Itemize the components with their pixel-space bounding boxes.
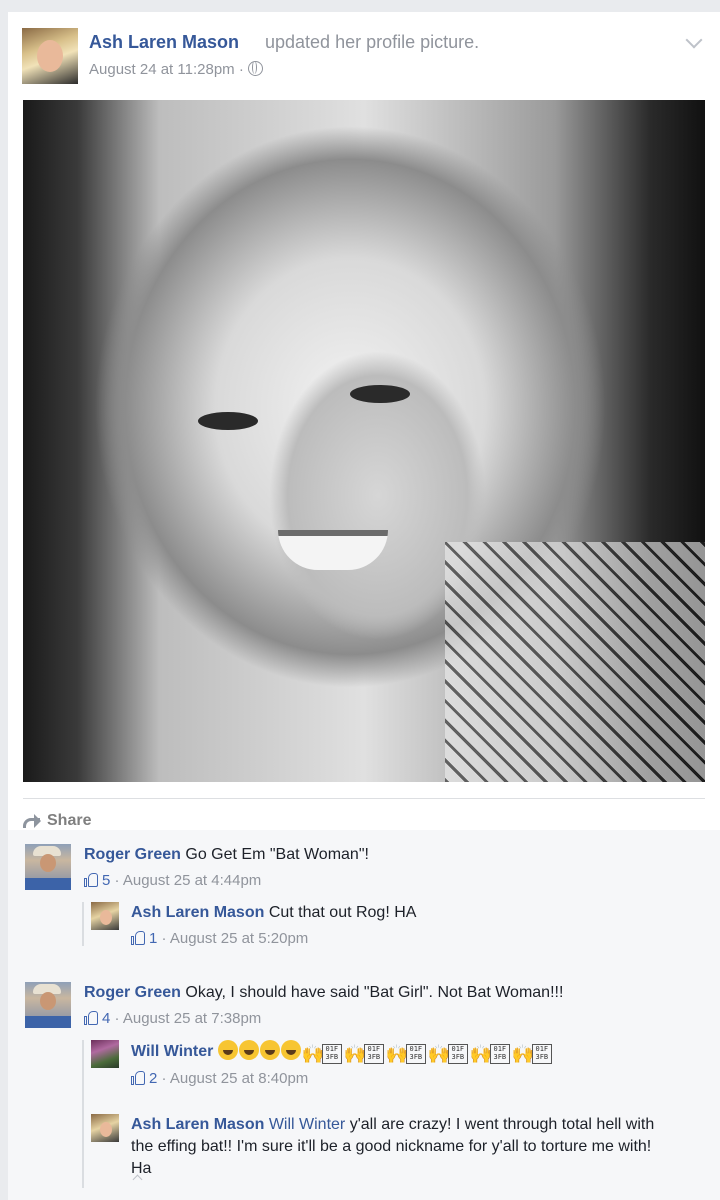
- emoji-tears-of-joy-icon: [259, 1040, 280, 1060]
- emoji-raised-hands-icon: 🙌: [343, 1044, 367, 1064]
- photo-eye-right: [350, 385, 410, 403]
- meta-separator: ·: [114, 872, 123, 889]
- profile-photo[interactable]: [23, 100, 705, 782]
- post-card: Ash Laren Mason updated her profile pict…: [8, 12, 720, 1200]
- emoji-tears-of-joy-icon: [238, 1040, 259, 1060]
- emoji-missing-glyph-icon: 01F 3FB: [531, 1044, 552, 1064]
- emoji-tears-of-joy-icon: [280, 1040, 301, 1060]
- emoji-missing-glyph-icon: 01F 3FB: [447, 1044, 468, 1064]
- commenter-avatar[interactable]: [91, 1040, 119, 1068]
- like-icon[interactable]: [131, 1070, 145, 1085]
- post-header: Ash Laren Mason updated her profile pict…: [22, 28, 706, 88]
- like-icon[interactable]: [84, 872, 98, 887]
- post-author-name[interactable]: Ash Laren Mason: [89, 32, 239, 53]
- reply-thread-line: [82, 1040, 84, 1188]
- photo-smile: [278, 530, 388, 570]
- share-icon: [23, 814, 41, 828]
- emoji-raised-hands-icon: 🙌: [469, 1044, 493, 1064]
- like-count[interactable]: 1: [149, 930, 157, 947]
- emoji-missing-glyph-icon: 01F 3FB: [489, 1044, 510, 1064]
- meta-separator: ·: [161, 930, 170, 947]
- meta-separator: ·: [114, 1010, 123, 1027]
- meta-separator: ·: [238, 61, 249, 78]
- post-action-text: updated her profile picture.: [265, 32, 480, 52]
- divider: [23, 798, 705, 799]
- like-count[interactable]: 5: [102, 872, 110, 889]
- post-timestamp[interactable]: August 24 at 11:28pm: [89, 61, 235, 78]
- comment-author[interactable]: Roger Green: [84, 984, 181, 1001]
- mention-link[interactable]: Will Winter: [269, 1116, 345, 1133]
- meta-separator: ·: [161, 1070, 170, 1087]
- comment-timestamp[interactable]: August 25 at 4:44pm: [123, 872, 261, 889]
- comment-text: Okay, I should have said "Bat Girl". Not…: [185, 984, 564, 1001]
- comment-timestamp[interactable]: August 25 at 7:38pm: [123, 1010, 261, 1027]
- photo-eye-left: [198, 412, 258, 430]
- comment-timestamp[interactable]: August 25 at 5:20pm: [170, 930, 308, 947]
- emoji-raised-hands-icon: 🙌: [511, 1044, 535, 1064]
- emoji-missing-glyph-icon: 01F 3FB: [405, 1044, 426, 1064]
- like-count[interactable]: 4: [102, 1010, 110, 1027]
- chevron-down-icon[interactable]: [685, 31, 703, 49]
- comments-section: Roger Green Go Get Em "Bat Woman"! 5 · A…: [8, 830, 720, 1200]
- emoji-raised-hands-icon: 🙌: [427, 1044, 451, 1064]
- commenter-avatar[interactable]: [25, 844, 71, 890]
- author-avatar[interactable]: [22, 28, 78, 84]
- post-meta: August 24 at 11:28pm ·: [89, 61, 264, 78]
- reply-thread-line: [82, 902, 84, 946]
- comment-text: Cut that out Rog! HA: [268, 904, 417, 921]
- emoji-missing-glyph-icon: 01F 3FB: [321, 1044, 342, 1064]
- comment-timestamp[interactable]: August 25 at 8:40pm: [170, 1070, 308, 1087]
- commenter-avatar[interactable]: [25, 982, 71, 1028]
- globe-icon[interactable]: [248, 61, 264, 76]
- commenter-avatar[interactable]: [91, 1114, 119, 1142]
- like-icon[interactable]: [84, 1010, 98, 1025]
- emoji-tears-of-joy-icon: [217, 1040, 238, 1060]
- share-button[interactable]: Share: [23, 812, 91, 830]
- commenter-avatar[interactable]: [91, 902, 119, 930]
- like-count[interactable]: 2: [149, 1070, 157, 1087]
- photo-plaid-shirt: [445, 542, 705, 782]
- emoji-missing-glyph-icon: 01F 3FB: [363, 1044, 384, 1064]
- comment-author[interactable]: Ash Laren Mason: [131, 1116, 264, 1133]
- comment-author[interactable]: Ash Laren Mason: [131, 904, 264, 921]
- emoji-raised-hands-icon: 🙌: [385, 1044, 409, 1064]
- like-icon[interactable]: [131, 930, 145, 945]
- comment-author[interactable]: Roger Green: [84, 846, 181, 863]
- emoji-raised-hands-icon: 🙌: [301, 1044, 325, 1064]
- share-label: Share: [47, 812, 92, 829]
- comment-text: Go Get Em "Bat Woman"!: [185, 846, 369, 863]
- comment-author[interactable]: Will Winter: [131, 1043, 213, 1060]
